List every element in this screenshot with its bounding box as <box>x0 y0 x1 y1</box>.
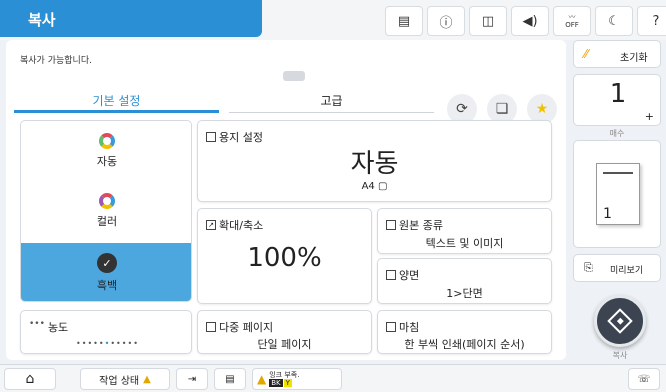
reset-button[interactable]: ⁄⁄ 초기화 <box>573 40 661 68</box>
density-scale: ••••••••••• <box>76 339 139 348</box>
status-message: 복사가 가능합니다. <box>20 56 92 66</box>
start-icon: ◆ <box>607 308 633 334</box>
bottom-bar: ⌂ 작업 상태 ▲ ⇥ ▤ ▲ 잉크 부족. BK Y ☏ <box>0 364 666 392</box>
checkmark-icon: ✓ <box>97 253 117 273</box>
ink-status-button[interactable]: ▲ 잉크 부족. BK Y <box>252 368 342 390</box>
finishing-value: 한 부씩 인쇄(페이지 순서) <box>404 338 525 351</box>
paper-tray-icon[interactable]: ▤ <box>214 368 246 390</box>
phone-icon[interactable]: ☏ <box>628 368 660 390</box>
copies-label: 매수 <box>609 129 625 138</box>
warning-icon: ▲ <box>257 372 267 386</box>
paper-setting-card[interactable]: 용지 설정 자동 A4 ▢ <box>197 120 552 202</box>
preview-thumbnail: 1 <box>573 140 661 248</box>
settings-tabs: 기본 설정 고급 <box>14 83 550 113</box>
color-mode-selector: 자동 컬러 ✓ 흑백 <box>20 120 192 302</box>
output-tray-icon[interactable]: ⇥ <box>176 368 208 390</box>
zoom-value: 100% <box>247 243 322 273</box>
wifi-off-icon[interactable]: 〰 OFF <box>553 6 591 36</box>
copies-plus-button[interactable]: + <box>645 110 654 123</box>
warning-icon: ▲ <box>143 373 151 385</box>
status-icon-bar: ▤ ⓘ ◫ ◀) 〰 OFF ☾ ? <box>385 6 666 36</box>
finishing-card[interactable]: 마침 한 부씩 인쇄(페이지 순서) <box>377 310 552 354</box>
original-type-icon <box>386 220 396 230</box>
app-title: 복사 <box>0 0 262 37</box>
color-option-auto[interactable]: 자동 <box>21 121 191 181</box>
home-icon: ⌂ <box>25 371 35 387</box>
info-icon[interactable]: ⓘ <box>427 6 465 36</box>
zoom-card[interactable]: ↗ 확대/축소 100% <box>197 208 372 304</box>
duplex-icon <box>386 270 396 280</box>
preview-button[interactable]: ⎘ 미리보기 <box>573 254 661 282</box>
copies-input[interactable]: 1 + <box>573 74 661 126</box>
copies-value: 1 <box>609 79 627 109</box>
reset-icon: ⁄⁄ <box>584 47 589 61</box>
ink-bk: BK <box>269 379 283 387</box>
auto-color-icon <box>99 133 115 149</box>
preview-icon: ⎘ <box>584 261 593 274</box>
start-copy-button[interactable]: ◆ <box>594 295 646 347</box>
document-icon[interactable]: ▤ <box>385 6 423 36</box>
color-icon <box>99 193 115 209</box>
page-preview-icon: 1 <box>596 163 640 225</box>
zoom-icon: ↗ <box>206 220 216 230</box>
finishing-icon <box>386 322 396 332</box>
help-icon[interactable]: ? <box>637 6 666 36</box>
tab-advanced[interactable]: 고급 <box>229 83 434 113</box>
paper-size: A4 ▢ <box>361 181 388 192</box>
home-button[interactable]: ⌂ <box>4 368 56 390</box>
density-setting[interactable]: ••• 농도 ••••••••••• <box>20 310 192 354</box>
multi-page-card[interactable]: 다중 페이지 단일 페이지 <box>197 310 372 354</box>
page-indicator <box>283 71 305 81</box>
original-type-value: 텍스트 및 이미지 <box>425 237 504 250</box>
start-label: 복사 <box>612 351 628 360</box>
original-type-card[interactable]: 원본 종류 텍스트 및 이미지 <box>377 208 552 254</box>
tab-basic-settings[interactable]: 기본 설정 <box>14 83 219 113</box>
ink-y: Y <box>283 379 292 387</box>
job-status-button[interactable]: 작업 상태 ▲ <box>80 368 170 390</box>
paper-icon <box>206 132 216 142</box>
moon-icon[interactable]: ☾ <box>595 6 633 36</box>
multi-page-value: 단일 페이지 <box>257 338 312 351</box>
speaker-icon[interactable]: ◀) <box>511 6 549 36</box>
color-option-color[interactable]: 컬러 <box>21 181 191 241</box>
color-option-mono[interactable]: ✓ 흑백 <box>21 243 191 301</box>
top-bar: 복사 ▤ ⓘ ◫ ◀) 〰 OFF ☾ ? <box>0 0 666 40</box>
wifi-icon[interactable]: ◫ <box>469 6 507 36</box>
paper-value: 자동 <box>350 149 399 179</box>
duplex-value: 1>단면 <box>446 287 483 300</box>
multi-page-icon <box>206 322 216 332</box>
duplex-card[interactable]: 양면 1>단면 <box>377 258 552 304</box>
density-icon: ••• <box>29 319 45 329</box>
